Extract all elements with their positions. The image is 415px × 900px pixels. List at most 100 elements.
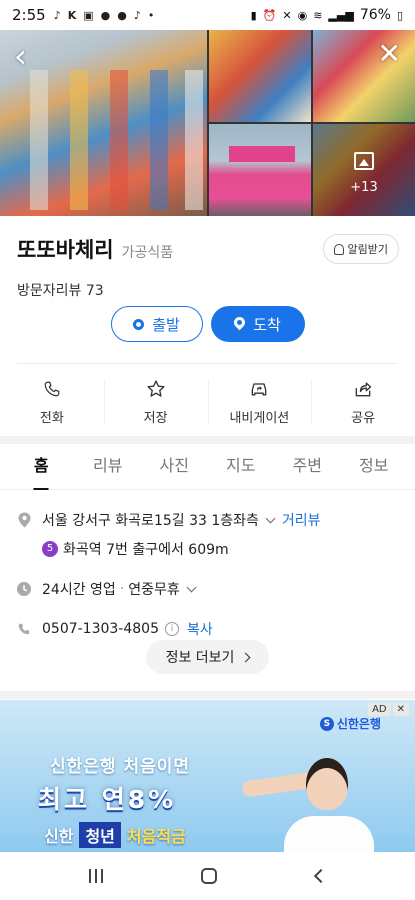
notification-app-icon: ♪ — [53, 8, 61, 22]
screen: 2:55 ♪ K ▣ ● ● ♪ • ▮ ⏰ ✕ ◉ ≋ ▂▄▆ 76% ▯ +… — [0, 0, 415, 900]
address-row: 서울 강서구 화곡로15길 33 1층좌측 거리뷰 — [17, 510, 398, 530]
place-title: 또또바체리 — [17, 238, 114, 262]
info-icon[interactable]: i — [165, 622, 179, 636]
route-buttons: 출발 도착 — [0, 306, 415, 342]
store-sign — [229, 146, 295, 162]
more-info-label: 정보 더보기 — [165, 650, 235, 666]
street-view-link[interactable]: 거리뷰 — [282, 510, 321, 530]
alarm-button[interactable]: 알림받기 — [322, 234, 399, 264]
more-photos-count: +13 — [350, 180, 378, 195]
navigation-label: 내비게이션 — [229, 410, 290, 426]
back-icon[interactable]: ‹ — [14, 40, 27, 72]
bell-icon — [333, 243, 344, 255]
app-icon: ● — [117, 8, 127, 22]
ad-model-image — [236, 738, 376, 852]
back-nav-icon[interactable] — [313, 868, 328, 884]
location-pin-icon — [17, 512, 31, 528]
star-icon — [145, 379, 167, 399]
photo-gallery: +13 ‹ ✕ — [0, 30, 415, 216]
app-icon: ▣ — [83, 8, 94, 22]
kakao-k-icon: K — [67, 8, 77, 22]
call-label: 전화 — [39, 410, 64, 426]
more-info-button[interactable]: 정보 더보기 — [145, 640, 270, 674]
home-icon[interactable] — [201, 868, 218, 884]
visitor-reviews-count[interactable]: 방문자리뷰 73 — [17, 280, 398, 300]
copy-link[interactable]: 복사 — [187, 619, 213, 639]
origin-ring-icon — [133, 318, 145, 330]
notification-app-icon: ♪ — [133, 8, 141, 22]
tab-reviews[interactable]: 리뷰 — [75, 444, 142, 489]
tab-home[interactable]: 홈 — [8, 444, 75, 489]
main-photo[interactable] — [0, 30, 207, 216]
alarm-button-label: 알림받기 — [347, 243, 388, 256]
brand-icon: S — [319, 716, 334, 731]
tab-photos[interactable]: 사진 — [141, 444, 208, 489]
start-button[interactable]: 출발 — [110, 306, 203, 342]
navigation-action[interactable]: 내비게이션 — [207, 375, 312, 429]
ad-banner[interactable]: AD ✕ S 신한은행 신한은행 처음이면 최고 연8% 신한 청년 처음적금 — [0, 700, 415, 852]
more-photos-overlay: +13 — [313, 152, 415, 195]
alarm-icon: ⏰ — [262, 8, 277, 22]
chevron-down-icon[interactable] — [186, 582, 197, 593]
more-info-wrap: 정보 더보기 — [0, 640, 415, 674]
more-photos-thumbnail[interactable]: +13 — [313, 124, 415, 216]
clock-icon — [17, 582, 31, 596]
system-nav-bar — [0, 852, 415, 900]
arrive-button[interactable]: 도착 — [210, 306, 305, 342]
mute-icon: ✕ — [282, 8, 292, 22]
tab-map[interactable]: 지도 — [208, 444, 275, 489]
ad-headline: 신한은행 처음이면 — [50, 757, 191, 777]
photo-thumbnail[interactable] — [209, 30, 311, 122]
chevron-down-icon[interactable] — [265, 513, 276, 524]
section-separator — [0, 691, 415, 699]
system-icons: ▮ ⏰ ✕ ◉ ≋ ▂▄▆ 76% ▯ — [251, 7, 403, 23]
phone-number[interactable]: 0507-1303-4805 — [42, 621, 159, 637]
ad-brand-name: 신한은행 — [336, 717, 381, 731]
address-text: 서울 강서구 화곡로15길 33 1층좌측 — [42, 513, 259, 529]
chevron-right-icon — [240, 652, 251, 662]
ad-rate: 최고 연8% — [38, 785, 177, 814]
hours-row[interactable]: 24시간 영업 · 연중무휴 — [17, 579, 398, 599]
start-button-label: 출발 — [152, 315, 180, 334]
subway-directions: 화곡역 7번 출구에서 609m — [63, 542, 229, 558]
phone-icon — [17, 622, 31, 636]
phone-icon — [41, 379, 63, 399]
app-icon: ● — [100, 8, 111, 22]
save-label: 저장 — [143, 410, 168, 426]
battery-saver-icon: ▮ — [250, 8, 257, 22]
wifi-icon: ≋ — [313, 8, 323, 22]
ad-product-a: 신한 — [44, 827, 74, 846]
battery-icon: ▯ — [396, 8, 403, 22]
tab-bar: 홈 리뷰 사진 지도 주변 정보 — [0, 444, 415, 490]
tab-info[interactable]: 정보 — [341, 444, 408, 489]
phone-row: 0507-1303-4805 i 복사 — [17, 619, 398, 639]
notification-icons: ♪ K ▣ ● ● ♪ • — [54, 10, 155, 21]
more-notifications-icon: • — [147, 8, 155, 22]
section-separator — [0, 436, 415, 444]
status-time: 2:55 — [12, 6, 46, 24]
ad-close-icon[interactable]: ✕ — [392, 703, 409, 716]
save-action[interactable]: 저장 — [103, 375, 208, 429]
image-icon — [354, 152, 374, 170]
call-action[interactable]: 전화 — [0, 375, 104, 429]
share-icon — [352, 379, 374, 399]
signal-icon: ▂▄▆ — [328, 8, 354, 22]
storefront-photo[interactable] — [209, 124, 311, 216]
share-label: 공유 — [351, 410, 376, 426]
car-icon — [248, 379, 270, 399]
location-icon: ◉ — [297, 8, 308, 22]
close-icon[interactable]: ✕ — [378, 40, 401, 68]
place-info: 서울 강서구 화곡로15길 33 1층좌측 거리뷰 5 화곡역 7번 출구에서 … — [0, 490, 415, 639]
ad-product: 신한 청년 처음적금 — [44, 822, 186, 848]
ad-product-c: 처음적금 — [126, 827, 186, 846]
recent-apps-icon[interactable] — [89, 869, 104, 883]
tab-nearby[interactable]: 주변 — [274, 444, 341, 489]
subway-line-badge: 5 — [42, 541, 58, 557]
subway-row: 5 화곡역 7번 출구에서 609m — [42, 539, 398, 559]
pin-icon — [234, 317, 245, 331]
holiday-text: 연중무휴 — [128, 582, 180, 598]
ad-product-b: 청년 — [79, 822, 121, 848]
place-category: 가공식품 — [121, 245, 174, 261]
action-row: 전화 저장 내비게이션 공유 — [0, 375, 415, 429]
share-action[interactable]: 공유 — [311, 375, 415, 429]
